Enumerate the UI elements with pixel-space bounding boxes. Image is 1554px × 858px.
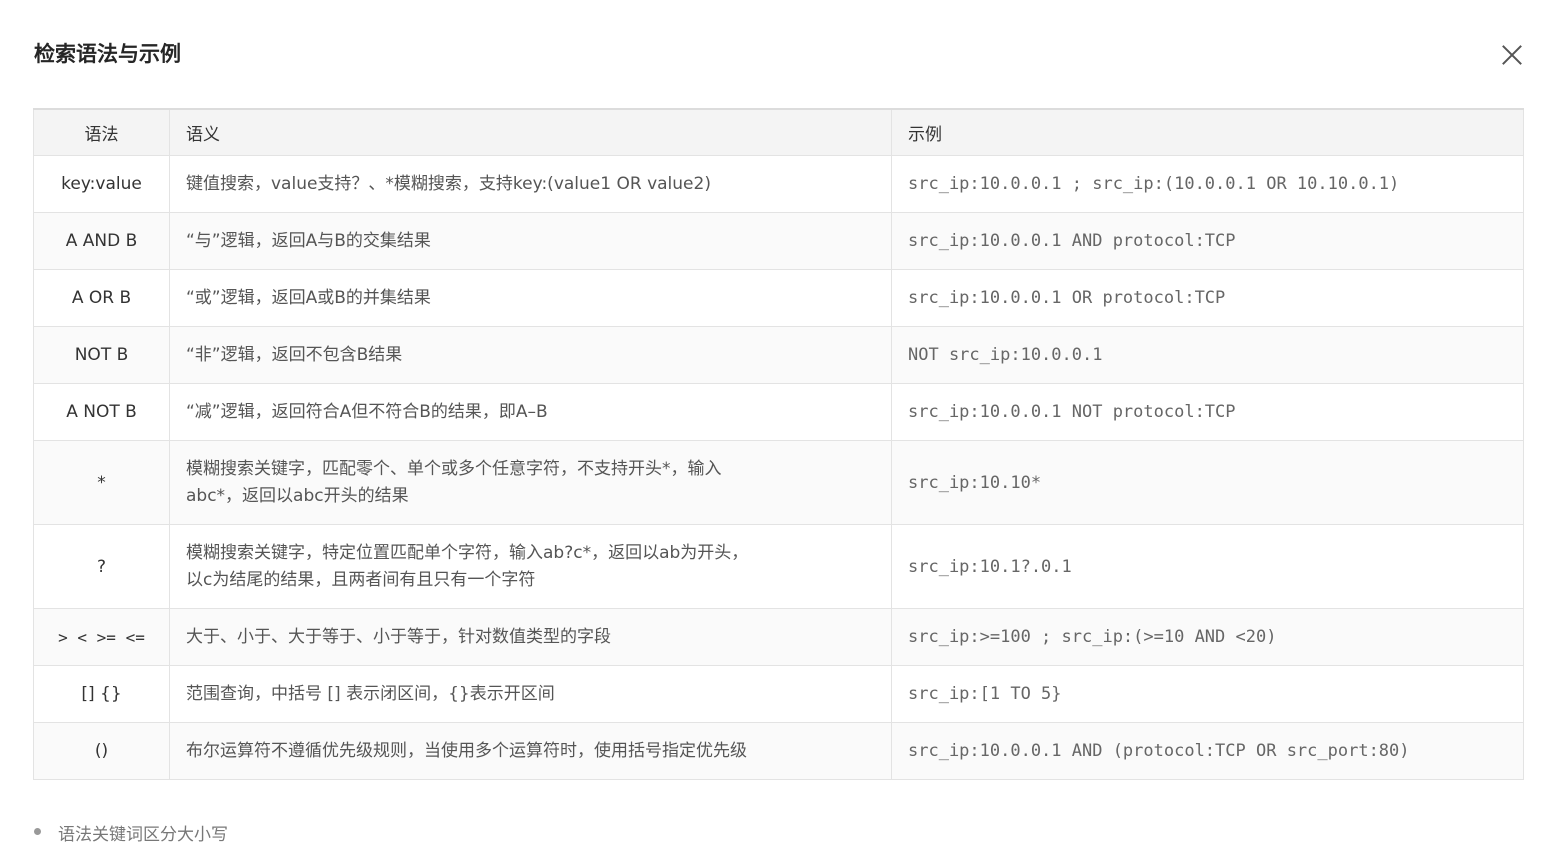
table-row: () 布尔运算符不遵循优先级规则，当使用多个运算符时，使用括号指定优先级 src… — [33, 722, 1524, 780]
table-row: ? 模糊搜索关键字，特定位置匹配单个字符，输入ab?c*，返回以ab为开头， 以… — [33, 524, 1524, 609]
meaning-cell: “或”逻辑，返回A或B的并集结果 — [169, 269, 892, 327]
table-row: A NOT B “减”逻辑，返回符合A但不符合B的结果，即A–B src_ip:… — [33, 383, 1524, 441]
example-cell: src_ip:>=100 ; src_ip:(>=10 AND <20) — [891, 608, 1524, 666]
meaning-cell: 模糊搜索关键字，特定位置匹配单个字符，输入ab?c*，返回以ab为开头， 以c为… — [169, 524, 892, 609]
meaning-cell: 键值搜索，value支持？、*模糊搜索，支持key:(value1 OR val… — [169, 155, 892, 213]
syntax-cell: A NOT B — [33, 383, 170, 441]
syntax-cell: A OR B — [33, 269, 170, 327]
table-row: * 模糊搜索关键字，匹配零个、单个或多个任意字符，不支持开头*，输入 abc*，… — [33, 440, 1524, 525]
meaning-cell: “非”逻辑，返回不包含B结果 — [169, 326, 892, 384]
table-row: A OR B “或”逻辑，返回A或B的并集结果 src_ip:10.0.0.1 … — [33, 269, 1524, 327]
dialog-title: 检索语法与示例 — [34, 42, 181, 66]
syntax-cell: ? — [33, 524, 170, 609]
example-cell: src_ip:10.10* — [891, 440, 1524, 525]
meaning-cell: 大于、小于、大于等于、小于等于，针对数值类型的字段 — [169, 608, 892, 666]
syntax-cell: key:value — [33, 155, 170, 213]
meaning-line: abc*，返回以abc开头的结果 — [186, 485, 409, 506]
syntax-table: 语法 语义 示例 key:value 键值搜索，value支持？、*模糊搜索，支… — [33, 108, 1524, 780]
meaning-cell: 布尔运算符不遵循优先级规则，当使用多个运算符时，使用括号指定优先级 — [169, 722, 892, 780]
header-syntax: 语法 — [33, 108, 170, 156]
syntax-cell: NOT B — [33, 326, 170, 384]
example-cell: src_ip:10.0.0.1 NOT protocol:TCP — [891, 383, 1524, 441]
table-row: key:value 键值搜索，value支持？、*模糊搜索，支持key:(val… — [33, 155, 1524, 213]
table-header-row: 语法 语义 示例 — [33, 108, 1524, 156]
example-cell: src_ip:[1 TO 5} — [891, 665, 1524, 723]
header-example: 示例 — [891, 108, 1524, 156]
syntax-cell: A AND B — [33, 212, 170, 270]
table-row: [] {} 范围查询，中括号 [] 表示闭区间，{}表示开区间 src_ip:[… — [33, 665, 1524, 723]
meaning-cell: “减”逻辑，返回符合A但不符合B的结果，即A–B — [169, 383, 892, 441]
table-row: A AND B “与”逻辑，返回A与B的交集结果 src_ip:10.0.0.1… — [33, 212, 1524, 270]
example-cell: src_ip:10.0.0.1 AND protocol:TCP — [891, 212, 1524, 270]
close-icon[interactable] — [1500, 42, 1524, 66]
example-cell: src_ip:10.0.0.1 ; src_ip:(10.0.0.1 OR 10… — [891, 155, 1524, 213]
notes-list: 语法关键词区分大小写 — [34, 820, 228, 845]
syntax-cell: > < >= <= — [33, 608, 170, 666]
syntax-cell: () — [33, 722, 170, 780]
note-item: 语法关键词区分大小写 — [34, 820, 228, 845]
syntax-cell: [] {} — [33, 665, 170, 723]
example-cell: src_ip:10.0.0.1 AND (protocol:TCP OR src… — [891, 722, 1524, 780]
example-cell: src_ip:10.1?.0.1 — [891, 524, 1524, 609]
header-meaning: 语义 — [169, 108, 892, 156]
syntax-cell: * — [33, 440, 170, 525]
meaning-line: 模糊搜索关键字，特定位置匹配单个字符，输入ab?c*，返回以ab为开头， — [186, 542, 749, 563]
meaning-line: 以c为结尾的结果，且两者间有且只有一个字符 — [186, 569, 536, 590]
meaning-line: 模糊搜索关键字，匹配零个、单个或多个任意字符，不支持开头*，输入 — [186, 458, 722, 479]
meaning-cell: 模糊搜索关键字，匹配零个、单个或多个任意字符，不支持开头*，输入 abc*，返回… — [169, 440, 892, 525]
example-cell: NOT src_ip:10.0.0.1 — [891, 326, 1524, 384]
meaning-cell: “与”逻辑，返回A与B的交集结果 — [169, 212, 892, 270]
meaning-cell: 范围查询，中括号 [] 表示闭区间，{}表示开区间 — [169, 665, 892, 723]
table-row: NOT B “非”逻辑，返回不包含B结果 NOT src_ip:10.0.0.1 — [33, 326, 1524, 384]
table-row: > < >= <= 大于、小于、大于等于、小于等于，针对数值类型的字段 src_… — [33, 608, 1524, 666]
example-cell: src_ip:10.0.0.1 OR protocol:TCP — [891, 269, 1524, 327]
